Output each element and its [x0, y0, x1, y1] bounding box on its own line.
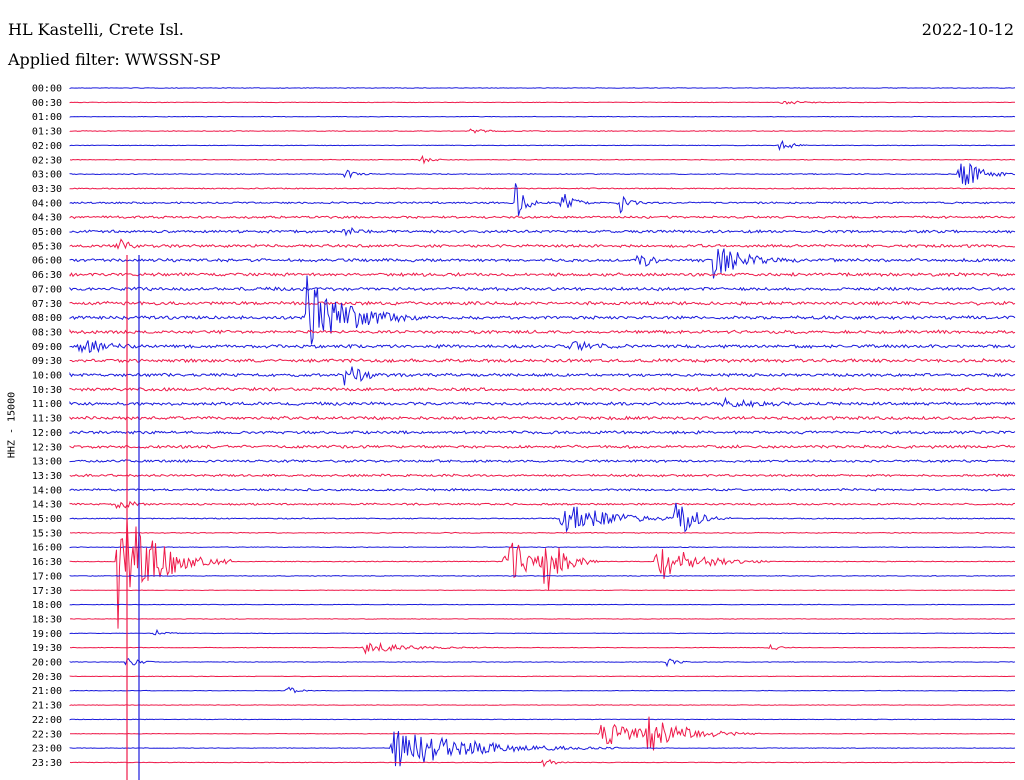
tick-label-0430: 04:30	[32, 213, 62, 224]
tick-label-1000: 10:00	[32, 371, 62, 382]
tick-label-0730: 07:30	[32, 299, 62, 310]
tick-label-1130: 11:30	[32, 414, 62, 425]
trace-1200	[69, 430, 1016, 435]
tick-label-0700: 07:00	[32, 284, 62, 295]
tick-label-2200: 22:00	[32, 715, 62, 726]
trace-1230	[69, 444, 1016, 450]
trace-0030	[69, 100, 1015, 105]
helicorder-plot: 00:00 00:30 01:00 01:30 02:00 02:30 03:00 03:30…	[32, 84, 1016, 780]
trace-1400	[69, 488, 1016, 492]
trace-2000	[69, 658, 1016, 668]
tick-label-1730: 17:30	[32, 586, 62, 597]
trace-1700	[69, 574, 1015, 577]
tick-label-0100: 01:00	[32, 112, 62, 123]
trace-0300	[69, 162, 1016, 186]
tick-label-0200: 02:00	[32, 141, 62, 152]
trace-2030	[69, 675, 1015, 678]
trace-2230	[70, 716, 1016, 751]
tick-label-2100: 21:00	[32, 686, 62, 697]
tick-label-1230: 12:30	[32, 442, 62, 453]
trace-0700	[69, 286, 1016, 292]
trace-1030	[69, 386, 1016, 392]
tick-label-1600: 16:00	[32, 543, 62, 554]
trace-1800	[69, 603, 1016, 606]
tick-label-0600: 06:00	[32, 256, 62, 267]
tick-label-0130: 01:30	[32, 127, 62, 138]
trace-1530	[69, 531, 1016, 534]
trace-0430	[69, 215, 1016, 220]
trace-1500	[69, 502, 1015, 533]
trace-1330	[69, 473, 1016, 478]
trace-0500	[69, 226, 1016, 237]
trace-0830	[69, 328, 1016, 335]
trace-1600	[69, 546, 1016, 549]
trace-0100	[69, 115, 1016, 118]
tick-label-0400: 04:00	[32, 198, 62, 209]
trace-2200	[69, 718, 1016, 721]
trace-1830	[69, 618, 1015, 620]
trace-1300	[69, 459, 1016, 464]
trace-0900	[69, 340, 1016, 354]
tick-label-1630: 16:30	[32, 557, 62, 568]
trace-0330	[69, 187, 1016, 190]
trace-0630	[69, 271, 1016, 278]
tick-label-0900: 09:00	[32, 342, 62, 353]
tick-label-0800: 08:00	[32, 313, 62, 324]
trace-1430	[69, 500, 1016, 510]
tick-label-1800: 18:00	[32, 600, 62, 611]
tick-label-1300: 13:00	[32, 457, 62, 468]
trace-0200	[69, 139, 1015, 152]
trace-1630	[69, 517, 1016, 629]
trace-1000	[69, 366, 1016, 386]
tick-label-0500: 05:00	[32, 227, 62, 238]
trace-1930	[69, 641, 1016, 655]
tick-label-0830: 08:30	[32, 327, 62, 338]
tick-label-0000: 00:00	[32, 84, 62, 95]
tick-label-1400: 14:00	[32, 485, 62, 496]
tick-label-1430: 14:30	[32, 500, 62, 511]
tick-label-1500: 15:00	[32, 514, 62, 525]
trace-2330	[69, 759, 1015, 768]
tick-label-1900: 19:00	[32, 629, 62, 640]
trace-1730	[69, 589, 1016, 592]
trace-0230	[69, 154, 1016, 165]
trace-0000	[69, 87, 1016, 89]
seismogram-traces	[69, 87, 1016, 768]
tick-label-1100: 11:00	[32, 399, 62, 410]
tick-label-2300: 23:00	[32, 744, 62, 755]
trace-0930	[69, 358, 1016, 364]
trace-0730	[69, 300, 1016, 307]
tick-label-0230: 02:30	[32, 155, 62, 166]
trace-2100	[69, 686, 1016, 694]
tick-label-1530: 15:30	[32, 528, 62, 539]
trace-2130	[69, 704, 1016, 706]
trace-1130	[69, 415, 1016, 421]
tick-label-1930: 19:30	[32, 643, 62, 654]
tick-label-2030: 20:30	[32, 672, 62, 683]
tick-label-1200: 12:00	[32, 428, 62, 439]
tick-label-0930: 09:30	[32, 356, 62, 367]
trace-0800	[69, 275, 1016, 345]
tick-label-2230: 22:30	[32, 729, 62, 740]
tick-label-1330: 13:30	[32, 471, 62, 482]
time-tick-labels: 00:00 00:30 01:00 01:30 02:00 02:30 03:00 03:30…	[32, 84, 62, 769]
tick-label-0330: 03:30	[32, 184, 62, 195]
tick-label-2330: 23:30	[32, 758, 62, 769]
tick-label-0530: 05:30	[32, 241, 62, 252]
tick-label-2130: 21:30	[32, 701, 62, 712]
tick-label-0030: 00:30	[32, 98, 62, 109]
tick-label-1830: 18:30	[32, 614, 62, 625]
trace-0530	[69, 238, 1016, 250]
tick-label-1700: 17:00	[32, 571, 62, 582]
tick-label-0630: 06:30	[32, 270, 62, 281]
trace-1100	[69, 396, 1016, 408]
trace-0130	[69, 128, 1016, 134]
tick-label-2000: 20:00	[32, 658, 62, 669]
tick-label-1030: 10:30	[32, 385, 62, 396]
tick-label-0300: 03:00	[32, 170, 62, 181]
vertical-spikes	[126, 255, 140, 780]
trace-1900	[69, 628, 1016, 636]
